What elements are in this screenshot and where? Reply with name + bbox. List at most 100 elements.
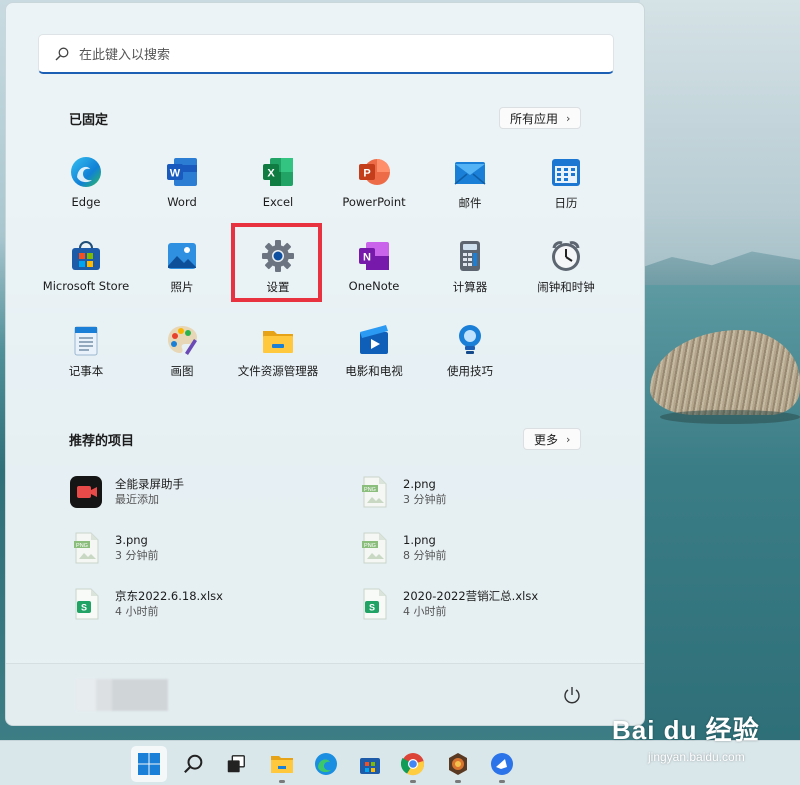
mail-icon: [453, 155, 487, 189]
task-view-icon: [227, 755, 245, 773]
store-icon: [69, 239, 103, 273]
recommended-item-time: 3 分钟前: [115, 549, 159, 562]
pinned-app-excel[interactable]: X Excel: [230, 141, 326, 217]
pinned-app-movies-tv[interactable]: 电影和电视: [326, 309, 422, 385]
baidu-jingyan-watermark: Bai du 经验 jingyan.baidu.com: [612, 700, 800, 770]
recommended-item[interactable]: PNG 3.png 3 分钟前: [69, 528, 339, 568]
app-label: 邮件: [458, 196, 482, 210]
calendar-icon: [549, 155, 583, 189]
svg-text:PNG: PNG: [364, 487, 376, 493]
more-label: 更多: [534, 432, 559, 447]
app-label: 计算器: [452, 280, 488, 294]
taskbar-feishu[interactable]: [484, 746, 520, 783]
pinned-app-powerpoint[interactable]: P PowerPoint: [326, 141, 422, 217]
recommended-item-time: 3 分钟前: [403, 493, 447, 506]
pinned-app-mail[interactable]: 邮件: [422, 141, 518, 217]
more-button[interactable]: 更多 ›: [523, 428, 582, 450]
running-indicator: [410, 780, 416, 783]
recommended-item-name: 3.png: [115, 533, 148, 547]
paint-palette-icon: [165, 323, 199, 357]
game-app-icon: [449, 753, 467, 775]
png-file-icon: PNG: [357, 531, 391, 565]
running-indicator: [499, 780, 505, 783]
taskbar-edge[interactable]: [308, 746, 344, 782]
word-icon: W: [165, 155, 199, 189]
all-apps-button[interactable]: 所有应用 ›: [499, 107, 582, 129]
desktop-reeds-shadow: [660, 410, 800, 424]
pinned-app-onenote[interactable]: N OneNote: [326, 225, 422, 301]
recommended-item-name: 全能录屏助手: [115, 477, 184, 491]
app-label: 使用技巧: [447, 364, 493, 378]
taskbar-store[interactable]: [352, 746, 388, 782]
xlsx-file-icon: S: [357, 587, 391, 621]
taskbar-start-button[interactable]: [131, 746, 167, 782]
app-label: OneNote: [348, 279, 400, 293]
start-footer: [6, 663, 644, 725]
chevron-right-icon: ›: [566, 111, 571, 125]
recommended-item[interactable]: 全能录屏助手 最近添加: [69, 472, 339, 512]
recommended-item-time: 4 小时前: [403, 605, 447, 618]
search-box[interactable]: 在此键入以搜索: [38, 34, 614, 74]
taskbar-file-explorer[interactable]: [264, 746, 300, 783]
pinned-app-calendar[interactable]: 日历: [518, 141, 614, 217]
watermark-logo-text: Bai du 经验: [612, 715, 760, 745]
pinned-app-edge[interactable]: Edge: [38, 141, 134, 217]
file-explorer-icon: [271, 756, 293, 773]
running-indicator: [455, 780, 461, 783]
taskbar-search-button[interactable]: [176, 746, 212, 782]
svg-text:W: W: [170, 168, 181, 180]
app-label: 电影和电视: [345, 364, 403, 378]
app-label: PowerPoint: [342, 195, 406, 209]
recommended-item[interactable]: PNG 2.png 3 分钟前: [357, 472, 627, 512]
svg-text:N: N: [363, 252, 371, 264]
alarm-clock-icon: [549, 239, 583, 273]
png-file-icon: PNG: [69, 531, 103, 565]
edge-icon: [315, 753, 337, 775]
pinned-app-calculator[interactable]: 计算器: [422, 225, 518, 301]
file-explorer-icon: [261, 323, 295, 357]
user-account-avatar[interactable]: [76, 679, 168, 711]
feishu-icon: [491, 753, 513, 775]
tips-lightbulb-icon: [453, 323, 487, 357]
recommended-item-time: 8 分钟前: [403, 549, 447, 562]
pinned-app-tips[interactable]: 使用技巧: [422, 309, 518, 385]
app-label: 照片: [170, 280, 194, 294]
calculator-icon: [453, 239, 487, 273]
svg-text:PNG: PNG: [364, 543, 376, 549]
recommended-item[interactable]: PNG 1.png 8 分钟前: [357, 528, 627, 568]
movies-tv-icon: [357, 323, 391, 357]
app-label: 闹钟和时钟: [537, 280, 595, 294]
windows-start-icon: [138, 753, 160, 775]
watermark-url: jingyan.baidu.com: [648, 750, 745, 764]
store-icon: [360, 758, 380, 774]
xlsx-file-icon: S: [69, 587, 103, 621]
pinned-app-paint[interactable]: 画图: [134, 309, 230, 385]
edge-icon: [69, 155, 103, 189]
recommended-title: 推荐的项目: [69, 434, 135, 449]
pinned-app-word[interactable]: W Word: [134, 141, 230, 217]
all-apps-label: 所有应用: [510, 111, 559, 126]
pinned-app-store[interactable]: Microsoft Store: [38, 225, 134, 301]
running-indicator: [279, 780, 285, 783]
taskbar-chrome[interactable]: [395, 746, 431, 783]
recommended-item-time: 4 小时前: [115, 605, 159, 618]
notepad-icon: [69, 323, 103, 357]
app-label: Edge: [71, 195, 101, 209]
pinned-app-notepad[interactable]: 记事本: [38, 309, 134, 385]
chrome-icon: [401, 753, 425, 776]
excel-icon: X: [261, 155, 295, 189]
taskbar-game-app[interactable]: [440, 746, 476, 783]
pinned-app-file-explorer[interactable]: 文件资源管理器: [230, 309, 326, 385]
powerpoint-icon: P: [357, 155, 391, 189]
chevron-right-icon: ›: [566, 432, 571, 446]
onenote-icon: N: [357, 239, 391, 273]
taskbar-task-view-button[interactable]: [218, 746, 254, 782]
recommended-item[interactable]: S 2020-2022营销汇总.xlsx 4 小时前: [357, 584, 627, 624]
screen-recorder-icon: [69, 475, 103, 509]
pinned-app-alarms-clock[interactable]: 闹钟和时钟: [518, 225, 614, 301]
app-label: Word: [167, 195, 197, 209]
desktop-sky: [640, 0, 800, 300]
pinned-app-photos[interactable]: 照片: [134, 225, 230, 301]
recommended-item[interactable]: S 京东2022.6.18.xlsx 4 小时前: [69, 584, 339, 624]
power-button[interactable]: [561, 684, 583, 706]
